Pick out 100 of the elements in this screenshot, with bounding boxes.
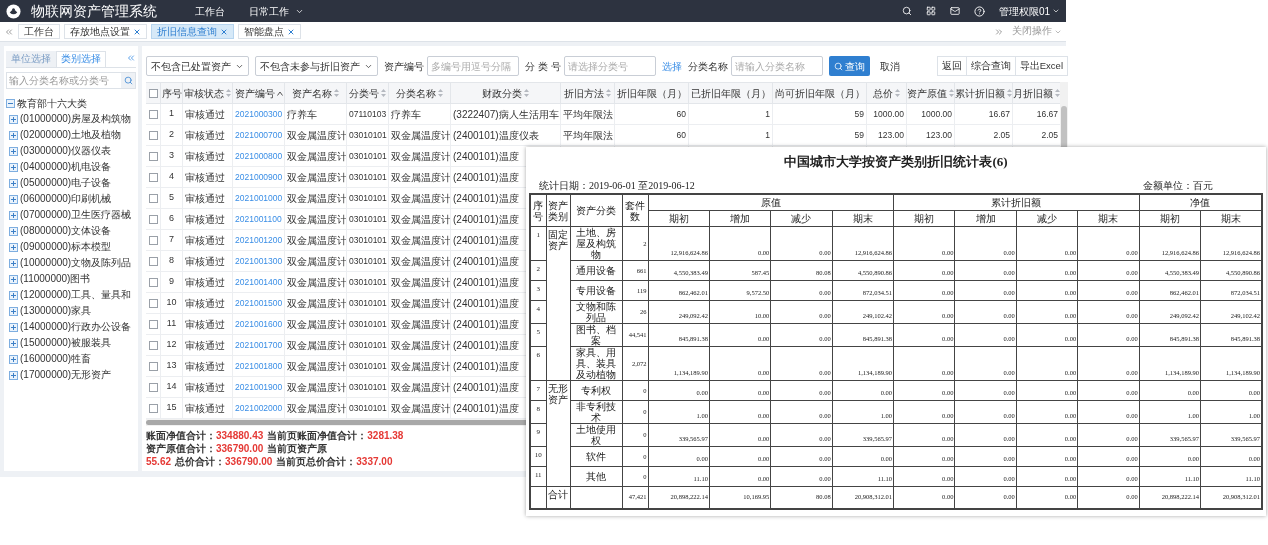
tree-item[interactable]: (10000000)文物及陈列品: [20, 257, 132, 269]
checkbox[interactable]: [148, 151, 158, 161]
checkbox[interactable]: [148, 298, 158, 308]
expand-icon[interactable]: [9, 242, 18, 252]
tab[interactable]: 类别选择: [56, 51, 106, 67]
expand-icon[interactable]: [9, 178, 18, 188]
collapse-icon[interactable]: [6, 98, 15, 108]
checkbox[interactable]: [148, 319, 158, 329]
close-icon[interactable]: [287, 27, 295, 36]
mail-icon[interactable]: [949, 6, 960, 16]
tree-item[interactable]: (02000000)土地及植物: [20, 129, 122, 141]
checkbox[interactable]: [148, 193, 158, 203]
checkbox[interactable]: [148, 172, 158, 182]
checkbox[interactable]: [148, 277, 158, 287]
tree-item[interactable]: (14000000)行政办公设备: [20, 321, 132, 333]
close-icon[interactable]: [133, 27, 141, 36]
tree-item[interactable]: (13000000)家具: [20, 305, 92, 317]
expand-icon[interactable]: [9, 354, 18, 364]
asset-link[interactable]: 2021001400: [235, 275, 283, 289]
expand-icon[interactable]: [9, 210, 18, 220]
asset-link[interactable]: 2021001100: [235, 212, 282, 226]
expand-icon[interactable]: [9, 226, 18, 236]
nav-item[interactable]: 日常工作: [249, 3, 304, 19]
asset-link[interactable]: 2021000800: [235, 149, 283, 163]
checkbox[interactable]: [148, 109, 158, 119]
asset-link[interactable]: 2021001000: [235, 191, 283, 205]
expand-icon[interactable]: [9, 114, 18, 124]
tree-item[interactable]: (15000000)被服装具: [20, 337, 112, 349]
sort-icon[interactable]: [381, 89, 386, 97]
tree-item[interactable]: (05000000)电子设备: [20, 177, 112, 189]
asset-link[interactable]: 2021001300: [235, 254, 283, 268]
search-icon[interactable]: [901, 6, 912, 16]
checkbox[interactable]: [148, 382, 158, 392]
grid-icon[interactable]: [925, 6, 936, 16]
dropdown-select[interactable]: 不包含已处置资产: [146, 56, 249, 76]
sort-icon[interactable]: [1007, 89, 1012, 97]
expand-icon[interactable]: [9, 322, 18, 332]
asset-link[interactable]: 2021000900: [235, 170, 283, 184]
sort-icon[interactable]: [524, 89, 529, 97]
asset-link[interactable]: 2021001200: [235, 233, 283, 247]
sort-icon[interactable]: [949, 89, 954, 97]
tree-item[interactable]: (11000000)图书: [20, 273, 91, 285]
expand-icon[interactable]: [9, 258, 18, 268]
tree-item[interactable]: (12000000)工具、量具和: [20, 289, 132, 301]
close-icon[interactable]: [220, 27, 228, 36]
text-field[interactable]: 多编号用逗号分隔: [427, 56, 519, 76]
sort-icon[interactable]: [895, 89, 900, 97]
expand-icon[interactable]: [9, 370, 18, 380]
toolbar-button[interactable]: 导出Excel: [1014, 57, 1067, 75]
asset-link[interactable]: 2021001600: [235, 317, 283, 331]
scroll-left-icon[interactable]: [4, 26, 14, 37]
checkbox[interactable]: [148, 214, 158, 224]
checkbox[interactable]: [148, 403, 158, 413]
collapse-sidebar-icon[interactable]: [126, 53, 136, 63]
tree-item[interactable]: 教育部十六大类: [6, 95, 136, 111]
search-button[interactable]: 查询: [828, 56, 870, 76]
sort-ascending-icon[interactable]: [276, 90, 283, 96]
tree-item[interactable]: (01000000)房屋及构筑物: [20, 113, 132, 125]
expand-icon[interactable]: [9, 194, 18, 204]
checkbox[interactable]: [148, 88, 158, 98]
help-icon[interactable]: [973, 5, 985, 17]
tree-item[interactable]: (16000000)牲畜: [20, 353, 92, 365]
sort-icon[interactable]: [334, 89, 339, 97]
asset-link[interactable]: 2021001900: [235, 380, 283, 394]
expand-icon[interactable]: [9, 162, 18, 172]
expand-icon[interactable]: [9, 306, 18, 316]
checkbox[interactable]: [148, 340, 158, 350]
tab[interactable]: 智能盘点: [238, 24, 301, 39]
toolbar-button[interactable]: 综合查询: [965, 57, 1015, 75]
tree-item[interactable]: (17000000)无形资产: [20, 369, 112, 381]
tree-item[interactable]: (08000000)文体设备: [20, 225, 112, 237]
checkbox[interactable]: [148, 130, 158, 140]
expand-icon[interactable]: [9, 338, 18, 348]
nav-item[interactable]: 工作台: [195, 3, 225, 19]
cancel-button[interactable]: 取消: [875, 56, 904, 76]
tab[interactable]: 存放地点设置: [64, 24, 147, 39]
text-field[interactable]: 请输入分类名称: [730, 56, 823, 76]
asset-link[interactable]: 2021000700: [235, 128, 283, 142]
scroll-right-icon[interactable]: [994, 26, 1004, 37]
expand-icon[interactable]: [9, 130, 18, 140]
tree-item[interactable]: (07000000)卫生医疗器械: [20, 209, 132, 221]
asset-link[interactable]: 2021002000: [235, 401, 283, 415]
tree-item[interactable]: (06000000)印刷机械: [20, 193, 112, 205]
tab[interactable]: 工作台: [18, 24, 60, 39]
expand-icon[interactable]: [9, 290, 18, 300]
text-field[interactable]: 请选择分类号: [563, 56, 656, 76]
tree-item[interactable]: (03000000)仪器仪表: [20, 145, 112, 157]
toolbar-button[interactable]: 返回: [937, 57, 966, 75]
checkbox[interactable]: [148, 235, 158, 245]
user-menu[interactable]: 管理权限01: [998, 3, 1060, 19]
tree-item[interactable]: (09000000)标本模型: [20, 241, 112, 253]
sort-icon[interactable]: [606, 89, 611, 97]
tree-item[interactable]: (04000000)机电设备: [20, 161, 112, 173]
sort-icon[interactable]: [226, 89, 231, 97]
expand-icon[interactable]: [9, 146, 18, 156]
asset-link[interactable]: 2021001500: [235, 296, 283, 310]
sort-icon[interactable]: [438, 89, 443, 97]
dropdown-select[interactable]: 不包含未参与折旧资产: [255, 56, 378, 76]
checkbox[interactable]: [148, 361, 158, 371]
checkbox[interactable]: [148, 256, 158, 266]
